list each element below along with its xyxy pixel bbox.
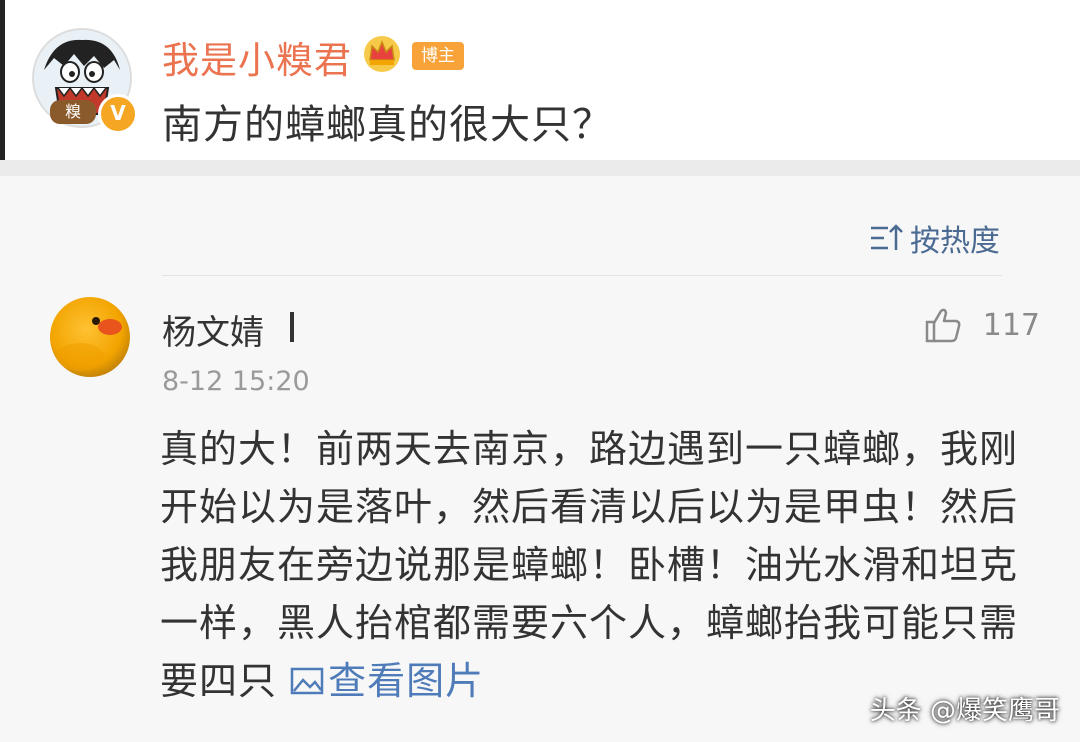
divider-line — [162, 275, 1002, 276]
watermark: 头条 @爆笑鹰哥 — [869, 696, 1060, 726]
comment-body: 真的大！前两天去南京，路边遇到一只蟑螂，我刚开始以为是落叶，然后看清以后以为是甲… — [160, 420, 1040, 710]
sort-icon — [871, 224, 903, 250]
commenter-name[interactable]: 杨文婧 — [162, 305, 264, 354]
comment-timestamp: 8-12 15:20 — [162, 366, 310, 397]
duck-avatar-icon — [56, 317, 122, 371]
left-edge-bar — [0, 0, 5, 160]
view-image-link[interactable]: 查看图片 — [290, 659, 484, 703]
view-image-label: 查看图片 — [328, 659, 485, 703]
post-header: 糗 V 我是小糗君 博主 南方的蟑螂真的很大只？ — [0, 0, 1080, 160]
section-divider — [0, 160, 1080, 176]
like-count: 117 — [982, 307, 1040, 343]
blogger-badge: 博主 — [412, 42, 464, 70]
avatar-tag: 糗 — [50, 100, 96, 124]
thumbs-up-icon — [925, 308, 961, 343]
sort-by-hot-button[interactable]: 按热度 — [868, 216, 1000, 260]
picture-icon — [290, 667, 324, 695]
poster-name[interactable]: 我是小糗君 — [162, 30, 352, 84]
like-button[interactable]: 117 — [923, 306, 1040, 344]
commenter-avatar[interactable] — [50, 297, 130, 377]
sort-label: 按热度 — [910, 224, 1000, 259]
verified-badge-icon: V — [98, 94, 138, 134]
name-cursor-bar — [290, 312, 294, 342]
crown-icon — [364, 36, 400, 72]
comment-text: 真的大！前两天去南京，路边遇到一只蟑螂，我刚开始以为是落叶，然后看清以后以为是甲… — [160, 427, 1019, 703]
post-text: 南方的蟑螂真的很大只？ — [162, 102, 613, 148]
